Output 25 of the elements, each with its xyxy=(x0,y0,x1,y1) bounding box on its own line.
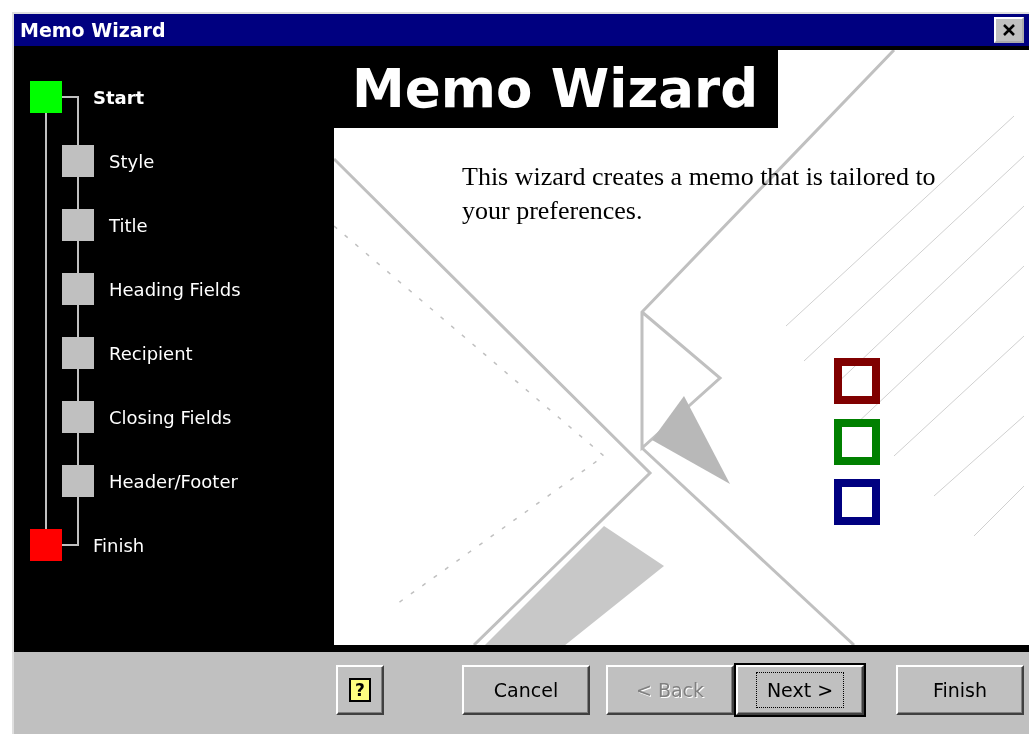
close-button[interactable] xyxy=(994,17,1024,43)
description-text: This wizard creates a memo that is tailored to your preferences. xyxy=(462,161,937,227)
step-marker xyxy=(62,401,94,433)
step-label: Heading Fields xyxy=(109,278,241,300)
step-marker xyxy=(62,273,94,305)
step-marker xyxy=(30,529,62,561)
step-label: Finish xyxy=(93,534,145,556)
step-marker xyxy=(30,81,62,113)
wizard-button[interactable]: Next > xyxy=(736,665,864,715)
wizard-heading: Memo Wizard xyxy=(334,50,779,128)
step-marker xyxy=(62,145,94,177)
wizard-button[interactable]: Finish xyxy=(896,665,1024,715)
step-label: Style xyxy=(109,150,155,172)
step-label: Header/Footer xyxy=(109,470,238,492)
help-button[interactable]: ? xyxy=(336,665,384,715)
step-marker xyxy=(62,465,94,497)
window-title: Memo Wizard xyxy=(20,19,166,41)
step-label: Start xyxy=(93,86,145,108)
step-label: Recipient xyxy=(109,342,193,364)
step-marker xyxy=(62,337,94,369)
close-icon xyxy=(1002,24,1016,36)
step-label: Title xyxy=(109,214,148,236)
step-marker xyxy=(62,209,94,241)
step-label: Closing Fields xyxy=(109,406,232,428)
wizard-button[interactable]: Cancel xyxy=(462,665,590,715)
